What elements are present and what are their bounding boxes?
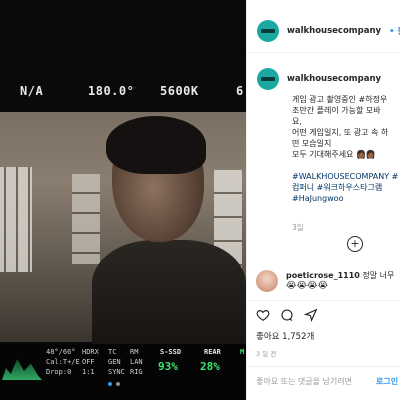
post-date: 3 일 전 (256, 350, 277, 358)
window-left-inner (72, 174, 100, 264)
post-header: walkhousecompany • 팔로우 (257, 20, 400, 42)
hud-rm: RM (130, 348, 139, 356)
comment-emojis: 😭😭😭😭 (286, 281, 329, 291)
hud-ratio: 1:1 (82, 368, 95, 376)
caption-username[interactable]: walkhousecompany (287, 74, 381, 84)
hud-cal: Cal:T+/E (46, 358, 80, 366)
avatar[interactable] (257, 20, 279, 42)
header-username[interactable]: walkhousecompany (287, 26, 381, 36)
hud-sync: SYNC (108, 368, 125, 376)
hud-iris: N/A (20, 84, 44, 98)
commenter-username[interactable]: poeticrose_1110 (286, 271, 360, 280)
brand-logo-icon (261, 29, 275, 33)
camera-hud-top: N/A 180.0° 5600K 6 (0, 76, 246, 106)
hud-rm-value: LAN (130, 358, 143, 366)
post-caption: 게임 광고 촬영중인 #하정우 조만간 플레이 가능할 모바 요, 어떤 게임일… (292, 94, 400, 204)
window-left (0, 167, 32, 272)
hud-angle: 48°/66° (46, 348, 76, 356)
hud-ssd-value: 93% (158, 360, 178, 373)
comment-item: poeticrose_1110 정말 너무 😭😭😭😭 (256, 270, 394, 292)
like-count[interactable]: 좋아요 1,752개 (256, 330, 314, 342)
photo-scene (0, 112, 246, 350)
hud-extra: 6 (236, 84, 244, 98)
hud-ssd-label: S-SSD (160, 348, 182, 356)
person-hair (106, 116, 206, 174)
hud-hdrx: HDRX (82, 348, 99, 356)
caption-header: walkhousecompany (257, 68, 381, 90)
action-bar (256, 308, 318, 322)
hashtag-link[interactable]: #WALKHOUSECOMPANY # (292, 171, 400, 182)
carousel-dot-2[interactable] (116, 382, 120, 386)
caption-avatar[interactable] (257, 68, 279, 90)
hud-rig: RIG (130, 368, 143, 376)
person-body (92, 240, 246, 350)
hashtag-link[interactable]: 컴퍼니 #워크하우스타그램 (292, 182, 400, 193)
share-icon[interactable] (304, 308, 318, 322)
commenter-avatar[interactable] (256, 270, 278, 292)
divider (246, 300, 400, 301)
hud-shutter: 180.0° (88, 84, 135, 98)
hud-hdrx-value: OFF (82, 358, 95, 366)
hashtag-link[interactable]: #HaJungwoo (292, 193, 400, 204)
comment-bubble-icon[interactable] (280, 308, 294, 322)
caption-line: 요, (292, 117, 302, 126)
divider (247, 52, 400, 53)
histogram (2, 359, 42, 380)
hud-m: M (240, 348, 245, 356)
divider (246, 366, 400, 367)
heart-icon[interactable] (256, 308, 270, 322)
caption-line: 떤 모습일지 (292, 139, 332, 148)
hud-rear-label: REAR (204, 348, 221, 356)
caption-line: 조만간 플레이 가능할 모바 (292, 106, 381, 115)
post-image[interactable]: N/A 180.0° 5600K 6 48°/66° Cal:T+/E Drop… (0, 0, 246, 400)
comment-input-placeholder[interactable]: 좋아요 또는 댓글을 남기려면 (256, 376, 352, 387)
hud-tc-value: GEN (108, 358, 121, 366)
hud-drop: Drop:0 (46, 368, 72, 376)
caption-line: 게임 광고 촬영중인 #하정우 (292, 95, 388, 104)
instagram-post-view: N/A 180.0° 5600K 6 48°/66° Cal:T+/E Drop… (0, 0, 400, 400)
camera-hud-bottom: 48°/66° Cal:T+/E Drop:0 HDRX OFF 1:1 TC … (0, 344, 246, 400)
follow-button[interactable]: • 팔로우 (389, 25, 400, 37)
caption-time: 3일 (292, 223, 304, 232)
login-link[interactable]: 로그인 (376, 376, 398, 387)
caption-line: 어떤 게임일지, 또 광고 속 하 (292, 128, 389, 137)
carousel-dot-1[interactable] (108, 382, 112, 386)
hud-white-balance: 5600K (160, 84, 199, 98)
carousel-indicator[interactable] (108, 382, 120, 386)
brand-logo-icon (261, 77, 275, 81)
hud-tc: TC (108, 348, 117, 356)
hud-rear-value: 28% (200, 360, 220, 373)
caption-line: 모두 기대해주세요 👩🏾👩🏾 (292, 150, 376, 159)
comment-text: 정말 너무 (362, 271, 395, 280)
load-more-comments-icon[interactable]: + (347, 236, 363, 252)
